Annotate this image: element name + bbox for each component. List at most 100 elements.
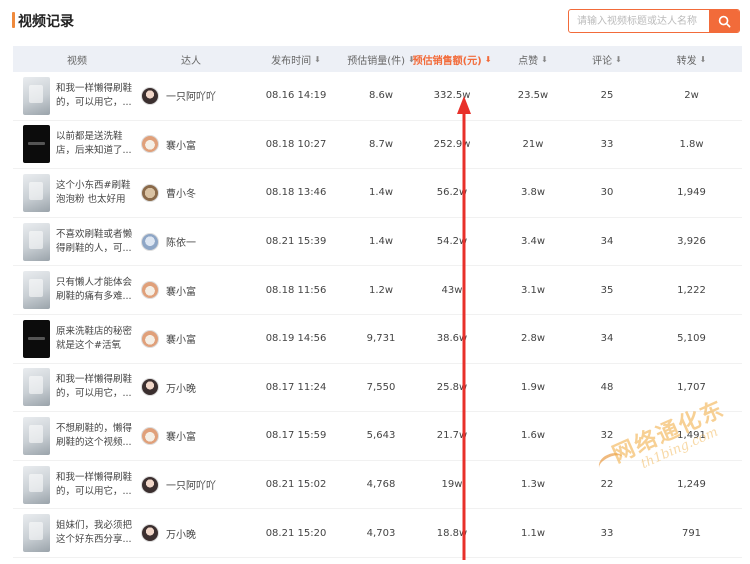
table-row[interactable]: 以前都是送洗鞋店，后来知道了... 褰小富 08.18 10:27 8.7w 2… xyxy=(13,121,742,170)
video-title[interactable]: 和我一样懒得刷鞋的，可以用它，... xyxy=(56,373,136,401)
avatar[interactable] xyxy=(141,475,159,494)
estimated-sales: 4,768 xyxy=(366,479,396,491)
table-row[interactable]: 和我一样懒得刷鞋的，可以用它，... 万小晚 08.17 11:24 7,550… xyxy=(13,364,742,413)
video-cell: 和我一样懒得刷鞋的，可以用它，... xyxy=(13,72,141,120)
video-title[interactable]: 原来洗鞋店的秘密就是这个#活氧泡... xyxy=(56,325,136,353)
video-thumbnail[interactable] xyxy=(23,465,50,504)
video-cell: 原来洗鞋店的秘密就是这个#活氧泡... xyxy=(13,315,141,363)
estimated-gmv: 21.7w xyxy=(436,430,468,442)
talent-name[interactable]: 曹小冬 xyxy=(166,185,196,200)
video-title[interactable]: 和我一样懒得刷鞋的，可以用它，... xyxy=(56,471,136,499)
estimated-sales: 8.6w xyxy=(368,90,394,102)
estimated-gmv: 38.6w xyxy=(436,333,468,345)
avatar[interactable] xyxy=(141,378,159,397)
estimated-gmv: 332.5w xyxy=(433,90,471,102)
estimated-sales: 7,550 xyxy=(366,381,396,393)
likes-count: 2.8w xyxy=(520,333,546,345)
video-cell: 姐妹们，我必须把这个好东西分享... xyxy=(13,509,141,557)
column-header-video: 视频 xyxy=(67,55,87,67)
comments-count: 48 xyxy=(600,381,614,393)
video-thumbnail[interactable] xyxy=(23,271,50,310)
talent-name[interactable]: 褰小富 xyxy=(166,428,196,443)
estimated-sales: 8.7w xyxy=(368,138,394,150)
column-header-comments[interactable]: 评论 ⬇ xyxy=(573,46,641,72)
video-thumbnail[interactable] xyxy=(23,173,50,212)
estimated-sales: 4,703 xyxy=(366,527,396,539)
column-header-gmv[interactable]: 预估销售额(元) ⬇ xyxy=(411,46,493,72)
talent-name[interactable]: 一只阿吖吖 xyxy=(166,477,216,492)
talent-name[interactable]: 万小晚 xyxy=(166,526,196,541)
column-header-shares[interactable]: 转发 ⬇ xyxy=(641,46,742,72)
talent-cell: 曹小冬 xyxy=(141,169,241,217)
shares-count: 3,926 xyxy=(677,236,706,248)
estimated-gmv: 56.2w xyxy=(436,187,468,199)
video-cell: 以前都是送洗鞋店，后来知道了... xyxy=(13,121,141,169)
video-title[interactable]: 以前都是送洗鞋店，后来知道了... xyxy=(56,130,136,158)
column-header-likes[interactable]: 点赞 ⬇ xyxy=(493,46,573,72)
table-row[interactable]: 姐妹们，我必须把这个好东西分享... 万小晚 08.21 15:20 4,703… xyxy=(13,509,742,558)
video-thumbnail[interactable] xyxy=(23,368,50,407)
video-thumbnail[interactable] xyxy=(23,416,50,455)
talent-name[interactable]: 褰小富 xyxy=(166,137,196,152)
estimated-sales: 1.4w xyxy=(368,187,394,199)
shares-count: 1,249 xyxy=(677,479,706,491)
video-title[interactable]: 姐妹们，我必须把这个好东西分享... xyxy=(56,519,136,547)
publish-date: 08.17 11:24 xyxy=(265,381,327,393)
likes-count: 21w xyxy=(522,138,544,150)
avatar[interactable] xyxy=(141,426,159,445)
avatar[interactable] xyxy=(141,183,159,202)
search-box[interactable] xyxy=(568,9,740,33)
avatar[interactable] xyxy=(141,524,159,543)
table-row[interactable]: 不喜欢刷鞋或者懒得刷鞋的人，可... 陈依一 08.21 15:39 1.4w … xyxy=(13,218,742,267)
video-title[interactable]: 不喜欢刷鞋或者懒得刷鞋的人，可... xyxy=(56,228,136,256)
video-title[interactable]: 这个小东西#刷鞋泡泡粉 也太好用了... xyxy=(56,179,136,207)
estimated-gmv: 54.2w xyxy=(436,236,468,248)
video-thumbnail[interactable] xyxy=(23,319,50,358)
video-thumbnail[interactable] xyxy=(23,76,50,115)
video-table: 视频 达人 发布时间 ⬇ 预估销量(件) ⬇ 预估销售额(元) ⬇ 点赞 ⬇ 评论 ⬇ 转… xyxy=(13,46,742,558)
column-header-date[interactable]: 发布时间 ⬇ xyxy=(241,46,351,72)
table-row[interactable]: 和我一样懒得刷鞋的，可以用它，... 一只阿吖吖 08.21 15:02 4,7… xyxy=(13,461,742,510)
shares-count: 1,491 xyxy=(677,430,706,442)
shares-count: 1,222 xyxy=(677,284,706,296)
table-row[interactable]: 这个小东西#刷鞋泡泡粉 也太好用了... 曹小冬 08.18 13:46 1.4… xyxy=(13,169,742,218)
search-button[interactable] xyxy=(709,10,739,32)
avatar[interactable] xyxy=(141,281,159,300)
talent-cell: 万小晚 xyxy=(141,509,241,557)
publish-date: 08.18 11:56 xyxy=(265,284,327,296)
table-row[interactable]: 原来洗鞋店的秘密就是这个#活氧泡... 褰小富 08.19 14:56 9,73… xyxy=(13,315,742,364)
likes-count: 1.1w xyxy=(520,527,546,539)
shares-count: 5,109 xyxy=(677,333,706,345)
talent-name[interactable]: 褰小富 xyxy=(166,283,196,298)
video-thumbnail[interactable] xyxy=(23,125,50,164)
table-row[interactable]: 和我一样懒得刷鞋的，可以用它，... 一只阿吖吖 08.16 14:19 8.6… xyxy=(13,72,742,121)
talent-cell: 万小晚 xyxy=(141,364,241,412)
comments-count: 30 xyxy=(600,187,614,199)
table-row[interactable]: 只有懒人才能体会刷鞋的痛有多难... 褰小富 08.18 11:56 1.2w … xyxy=(13,266,742,315)
talent-name[interactable]: 陈依一 xyxy=(166,234,196,249)
talent-name[interactable]: 一只阿吖吖 xyxy=(166,88,216,103)
video-thumbnail[interactable] xyxy=(23,222,50,261)
video-title[interactable]: 不想刷鞋的，懒得刷鞋的这个视频... xyxy=(56,422,136,450)
column-header-sales[interactable]: 预估销量(件) ⬇ xyxy=(347,46,415,72)
talent-name[interactable]: 褰小富 xyxy=(166,331,196,346)
column-header-talent: 达人 xyxy=(181,55,201,67)
search-input[interactable] xyxy=(569,10,711,32)
shares-count: 2w xyxy=(684,90,699,102)
video-thumbnail[interactable] xyxy=(23,514,50,553)
video-title[interactable]: 只有懒人才能体会刷鞋的痛有多难... xyxy=(56,276,136,304)
avatar[interactable] xyxy=(141,329,159,348)
avatar[interactable] xyxy=(141,86,159,105)
publish-date: 08.21 15:02 xyxy=(265,479,327,491)
talent-name[interactable]: 万小晚 xyxy=(166,380,196,395)
comments-count: 34 xyxy=(600,236,614,248)
avatar[interactable] xyxy=(141,232,159,251)
table-row[interactable]: 不想刷鞋的，懒得刷鞋的这个视频... 褰小富 08.17 15:59 5,643… xyxy=(13,412,742,461)
estimated-gmv: 25.8w xyxy=(436,381,468,393)
estimated-sales: 5,643 xyxy=(366,430,396,442)
estimated-sales: 1.2w xyxy=(368,284,394,296)
publish-date: 08.19 14:56 xyxy=(265,333,327,345)
video-title[interactable]: 和我一样懒得刷鞋的，可以用它，... xyxy=(56,82,136,110)
page-title: 视频记录 xyxy=(18,14,74,30)
avatar[interactable] xyxy=(141,135,159,154)
